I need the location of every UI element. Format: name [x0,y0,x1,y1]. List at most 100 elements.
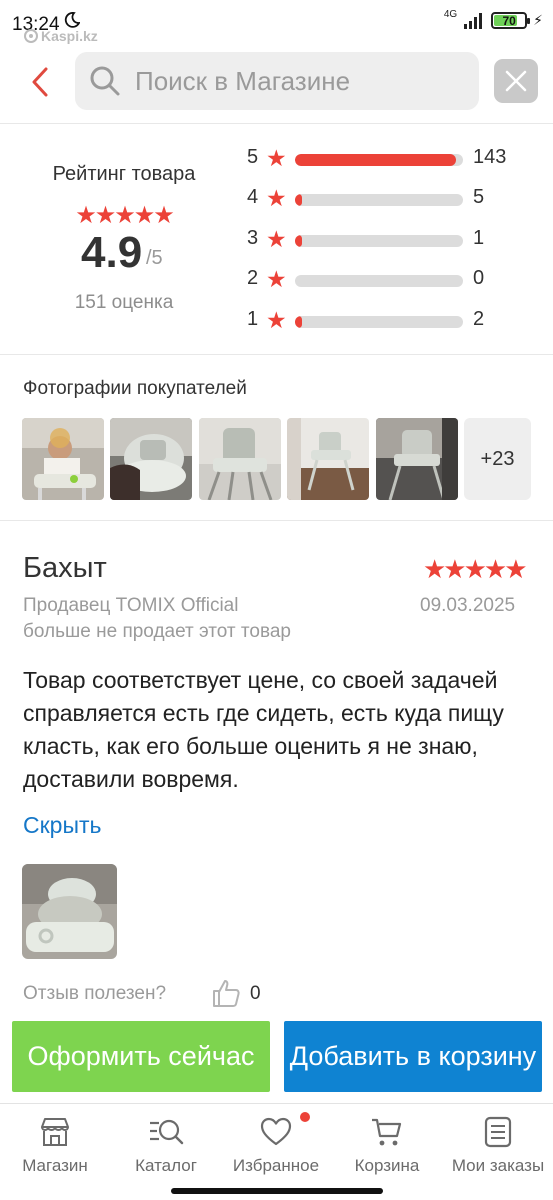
customer-photo-2[interactable] [110,418,192,500]
battery-icon: 70 [491,12,531,29]
section-divider [0,354,553,355]
clear-search-button[interactable] [494,59,538,103]
search-input[interactable] [135,65,455,97]
status-indicators: 4G 70 ⚡ [443,9,543,29]
rating-stars: ★★★★★ [75,202,175,229]
battery-level: 70 [502,13,516,28]
rating-row-stars: 5 [247,146,259,168]
like-button[interactable] [210,977,242,1009]
header-divider [0,123,553,124]
thumbs-up-icon [213,980,240,1007]
signal-icon [464,12,483,29]
network-type: 4G [443,9,458,20]
more-photos-button[interactable]: +23 [464,418,531,500]
customer-photo-1[interactable] [22,418,104,500]
rating-bar-fill [295,194,302,206]
nav-label: Магазин [22,1156,88,1175]
rating-row-stars: 4 [247,186,259,208]
nav-item-cart[interactable]: Корзина [332,1112,442,1176]
charging-icon: ⚡ [533,12,543,28]
orders-icon [484,1116,512,1148]
nav-item-shop[interactable]: Магазин [0,1112,110,1176]
nav-label: Корзина [354,1156,420,1175]
rating-bar-fill [295,316,302,328]
close-icon [505,70,527,92]
star-icon: ★ [266,185,287,211]
rating-row-count: 1 [473,227,485,249]
add-to-cart-button[interactable]: Добавить в корзину [284,1021,542,1092]
customer-photo-4[interactable] [287,418,369,500]
review-seller: Продавец TOMIX Official [23,595,239,616]
rating-row-count: 0 [473,267,485,289]
heart-icon [260,1117,292,1146]
cart-icon [372,1118,402,1146]
rating-title: Рейтинг товара [52,163,196,185]
rating-bar [295,316,463,328]
rating-bar [295,235,463,247]
rating-row-count: 2 [473,308,485,330]
helpful-label: Отзыв полезен? [23,983,167,1004]
search-box[interactable] [75,52,479,110]
rating-max: /5 [146,247,163,269]
status-bar: 13:24 Kaspi.kz 4G 70 ⚡ [0,0,553,44]
high-chair-photo [287,418,369,500]
rating-row-4: 4 ★ 5 [247,185,537,212]
review-date: 09.03.2025 [420,595,516,616]
review-seller-note: больше не продает этот товар [23,621,291,642]
buy-now-button[interactable]: Оформить сейчас [12,1021,270,1092]
hide-review-link[interactable]: Скрыть [23,812,102,839]
review-stars: ★★★★★ [423,554,528,584]
status-app: Kaspi.kz [24,28,98,44]
chevron-left-icon [32,67,48,97]
rating-row-5: 5 ★ 143 [247,145,537,172]
catalog-search-icon [150,1119,184,1145]
nav-item-orders[interactable]: Мои заказы [443,1112,553,1176]
helpful-count: 0 [250,983,261,1004]
photos-title: Фотографии покупателей [23,378,247,399]
rating-bar-fill [295,154,457,166]
rating-row-stars: 1 [247,308,259,330]
rating-bar [295,275,463,287]
nav-label: Каталог [135,1156,197,1175]
rating-bar [295,194,463,206]
rating-row-1: 1 ★ 2 [247,307,537,334]
rating-score: 4.9 [81,228,143,277]
rating-row-stars: 2 [247,267,259,289]
customer-photo-3[interactable] [199,418,281,500]
nav-label: Избранное [232,1156,320,1175]
star-icon: ★ [266,266,287,292]
review-text: Товар соответствует цене, со своей задач… [23,667,504,792]
rating-count: 151 оценка [74,292,174,313]
high-chair-photo [110,418,192,500]
moon-icon [64,12,80,28]
star-icon: ★ [266,145,287,171]
kaspi-logo-icon [24,29,38,43]
bottom-nav: Магазин Каталог Избранное Корзина Мои за… [0,1103,553,1200]
search-icon [90,66,120,96]
nav-label: Мои заказы [451,1156,545,1175]
rating-row-count: 5 [473,186,485,208]
rating-bar [295,154,463,166]
notification-dot [300,1112,310,1122]
high-chair-photo [22,418,104,500]
high-chair-photo [22,864,117,959]
nav-item-favorites[interactable]: Избранное [221,1112,331,1176]
rating-bar-fill [295,235,302,247]
star-icon: ★ [266,226,287,252]
star-icon: ★ [266,307,287,333]
rating-row-3: 3 ★ 1 [247,226,537,253]
section-divider [0,520,553,521]
customer-photo-5[interactable] [376,418,458,500]
nav-item-catalog[interactable]: Каталог [111,1112,221,1176]
rating-row-stars: 3 [247,227,259,249]
high-chair-photo [199,418,281,500]
home-indicator [171,1188,383,1194]
status-app-name: Kaspi.kz [41,28,98,44]
review-author: Бахыт [23,552,107,584]
review-photo[interactable] [22,864,117,959]
back-button[interactable] [20,60,60,104]
shop-icon [41,1118,69,1146]
rating-row-2: 2 ★ 0 [247,266,537,293]
rating-row-count: 143 [473,146,507,168]
high-chair-photo [376,418,458,500]
